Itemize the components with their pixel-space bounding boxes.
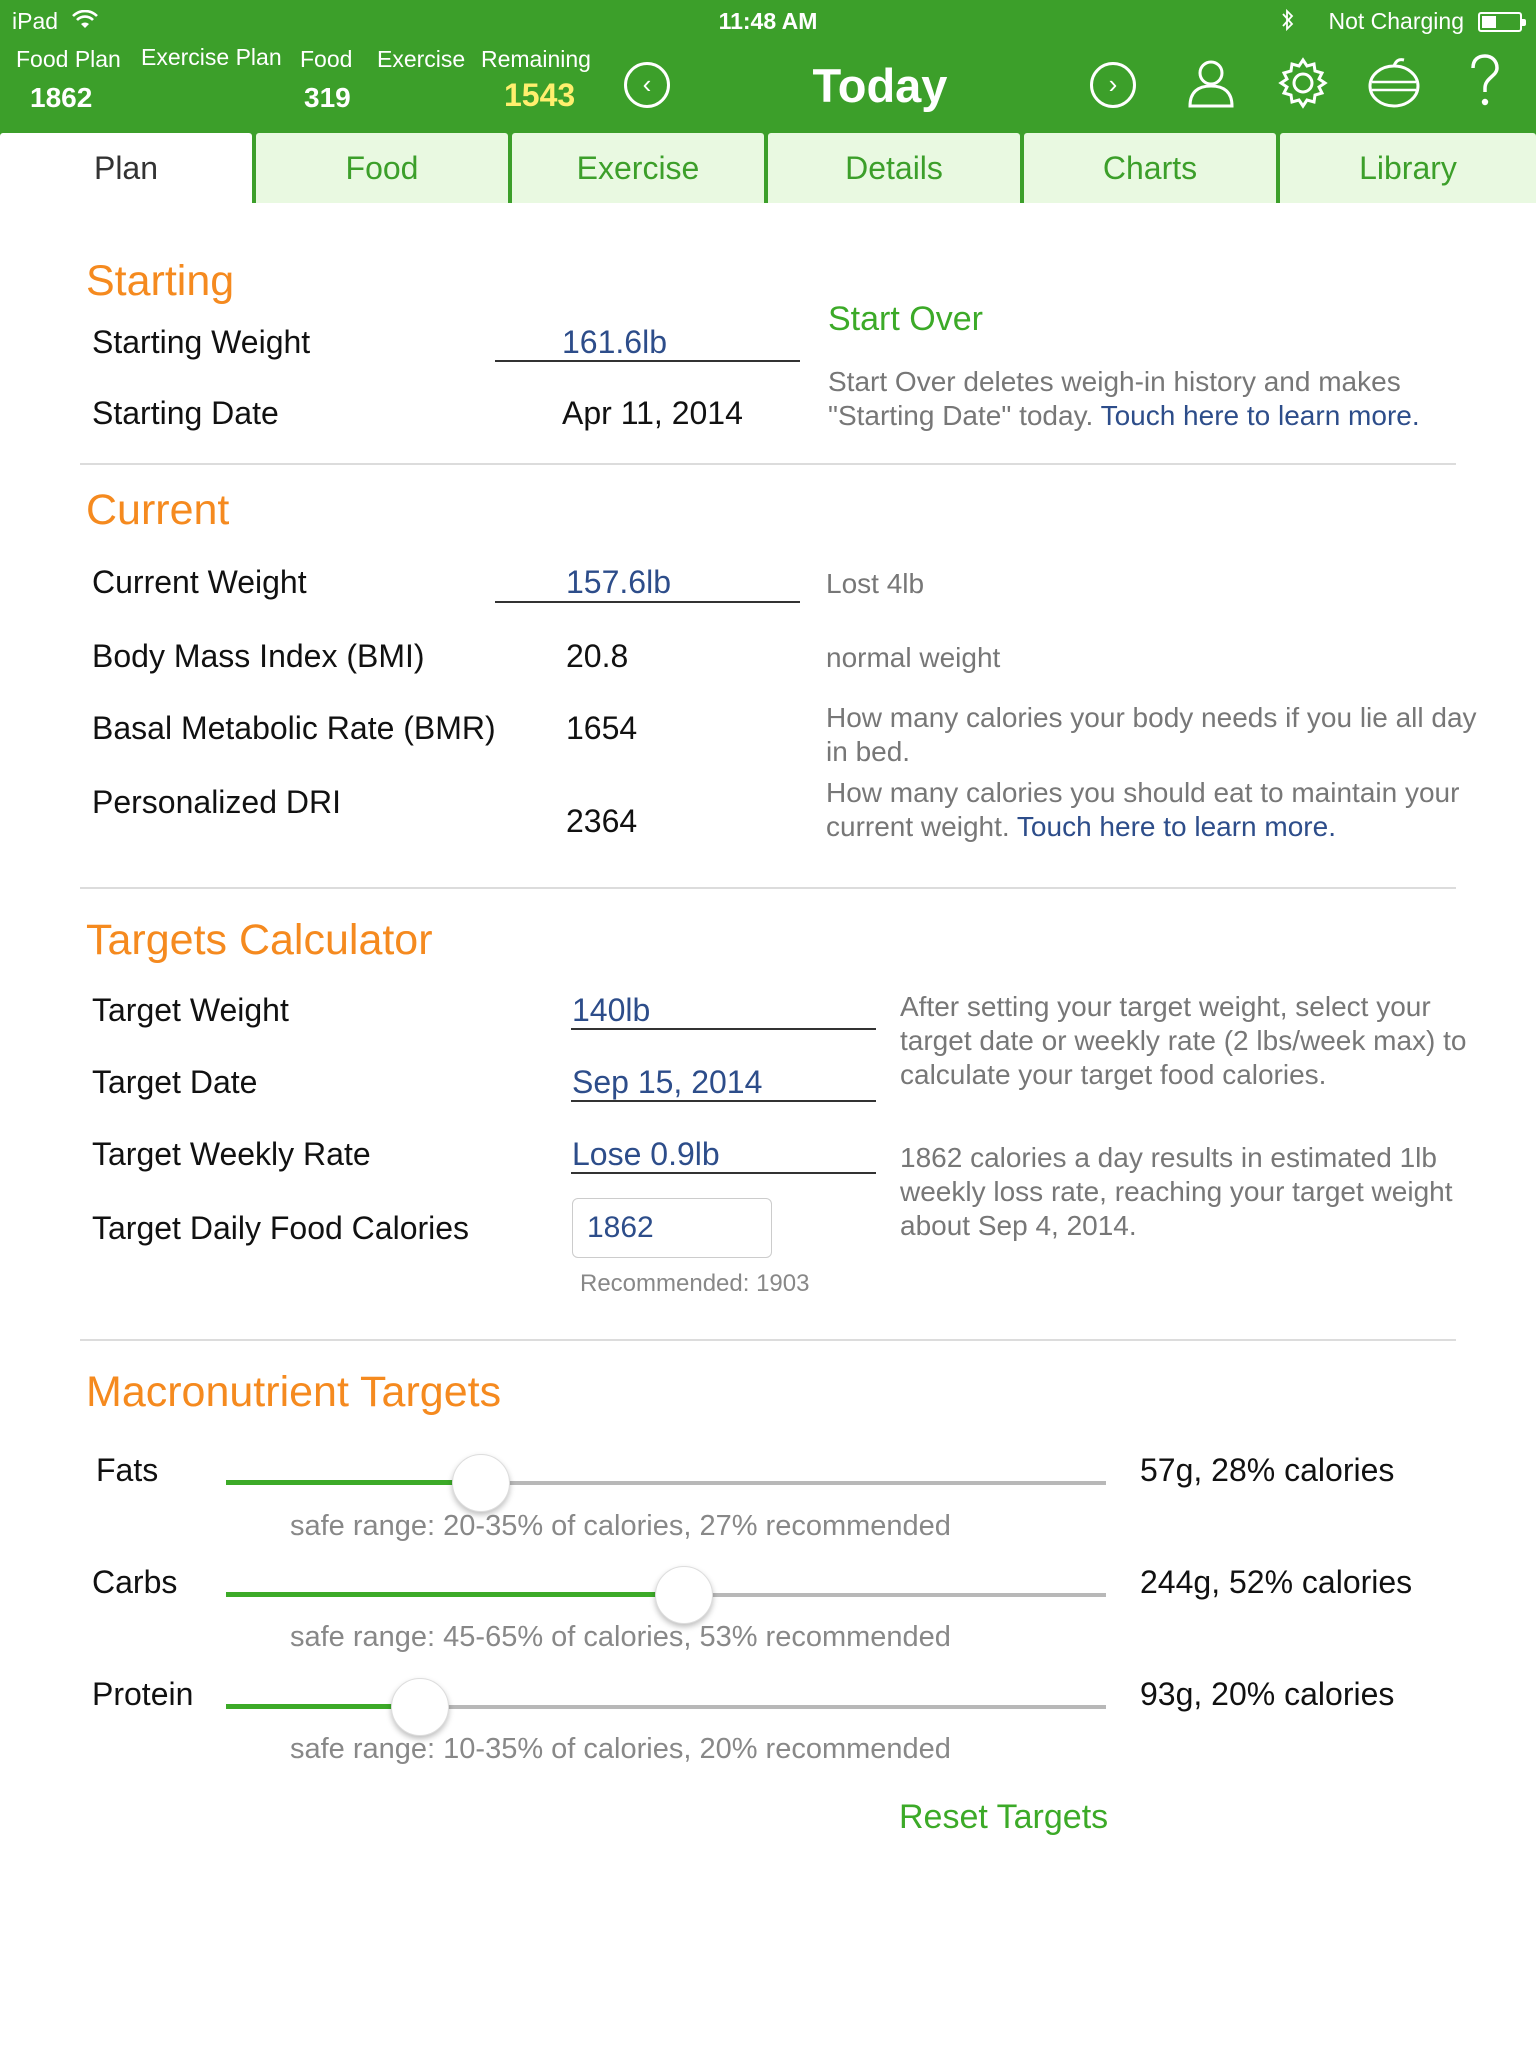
bmi-label: Body Mass Index (BMI) [92,638,425,674]
dri-label: Personalized DRI [92,784,341,820]
target-weight-field[interactable]: 140lb [572,992,650,1029]
macro-label: Carbs [92,1564,178,1600]
bmi-value: 20.8 [566,638,629,674]
macro-label: Protein [92,1676,194,1712]
current-weight-field[interactable]: 157.6lb [566,564,671,601]
current-weight-label: Current Weight [92,564,307,600]
starting-weight-underline [495,360,800,362]
macro-slider-thumb[interactable] [390,1678,449,1736]
tab-charts[interactable]: Charts [1024,133,1276,203]
section-title-current: Current [86,486,230,534]
targets-note: After setting your target weight, select… [900,991,1467,1090]
divider [80,463,1456,465]
learn-more-link[interactable]: Touch here to learn more. [1101,400,1420,431]
macro-label: Fats [96,1452,159,1488]
section-title-starting: Starting [86,257,235,305]
status-bar: iPad 11:48 AM Not Charging [0,0,1536,42]
battery-icon [1478,12,1526,32]
tab-bar: Plan Food Exercise Details Charts Librar… [0,133,1536,203]
apple-icon[interactable] [1366,56,1422,115]
macro-slider-fill [226,1592,684,1597]
section-title-macros: Macronutrient Targets [86,1368,502,1416]
divider [80,1339,1456,1341]
recommended-calories: Recommended: 1903 [580,1270,810,1297]
tab-plan[interactable]: Plan [0,133,252,203]
targets-result-note: 1862 calories a day results in estimated… [900,1142,1453,1241]
bmr-note: How many calories your body needs if you… [826,702,1477,767]
help-icon[interactable] [1468,54,1502,115]
target-calories-input[interactable]: 1862 [572,1198,772,1258]
target-rate-underline [571,1172,876,1174]
bmr-label: Basal Metabolic Rate (BMR) [92,710,496,746]
bmr-value: 1654 [566,710,638,746]
reset-targets-button[interactable]: Reset Targets [899,1798,1108,1837]
start-over-note: Start Over deletes weigh-in history and … [828,366,1420,431]
target-rate-label: Target Weekly Rate [92,1136,371,1172]
tab-library[interactable]: Library [1280,133,1536,203]
user-icon[interactable] [1184,56,1238,115]
starting-weight-field[interactable]: 161.6lb [562,324,667,361]
starting-date-value: Apr 11, 2014 [562,395,743,431]
macro-value: 244g, 52% calories [1140,1564,1413,1600]
divider [80,887,1456,889]
tab-details[interactable]: Details [768,133,1020,203]
tab-exercise[interactable]: Exercise [512,133,764,203]
bluetooth-icon [1280,8,1296,38]
macro-slider-thumb[interactable] [654,1566,713,1624]
target-date-underline [571,1100,876,1102]
status-time: 11:48 AM [718,8,818,34]
macro-slider-thumb[interactable] [452,1454,511,1512]
target-date-label: Target Date [92,1064,258,1100]
current-weight-note: Lost 4lb [826,568,925,599]
learn-more-link[interactable]: Touch here to learn more. [1017,811,1336,842]
section-title-targets: Targets Calculator [86,916,433,964]
target-weight-underline [571,1028,876,1030]
chevron-right-icon[interactable]: › [1090,62,1136,108]
starting-weight-label: Starting Weight [92,324,311,360]
target-weight-label: Target Weight [92,992,289,1028]
target-date-field[interactable]: Sep 15, 2014 [572,1064,762,1101]
current-weight-underline [495,601,800,603]
macro-slider-fill [226,1480,482,1485]
macro-safe-range: safe range: 45-65% of calories, 53% reco… [290,1621,951,1653]
macro-value: 93g, 20% calories [1140,1676,1395,1712]
target-calories-label: Target Daily Food Calories [92,1210,470,1246]
start-over-button[interactable]: Start Over [828,300,983,339]
bmi-note: normal weight [826,642,1001,673]
macro-safe-range: safe range: 20-35% of calories, 27% reco… [290,1510,951,1542]
macro-value: 57g, 28% calories [1140,1452,1395,1488]
charging-status: Not Charging [1328,8,1464,34]
gear-icon[interactable] [1276,56,1330,115]
dri-value: 2364 [566,803,638,839]
macro-safe-range: safe range: 10-35% of calories, 20% reco… [290,1733,951,1765]
starting-date-label: Starting Date [92,395,279,431]
app-header: iPad 11:48 AM Not Charging Food Plan 186… [0,0,1536,133]
target-rate-field[interactable]: Lose 0.9lb [572,1136,720,1173]
tab-food[interactable]: Food [256,133,508,203]
dri-note: How many calories you should eat to main… [826,777,1460,842]
